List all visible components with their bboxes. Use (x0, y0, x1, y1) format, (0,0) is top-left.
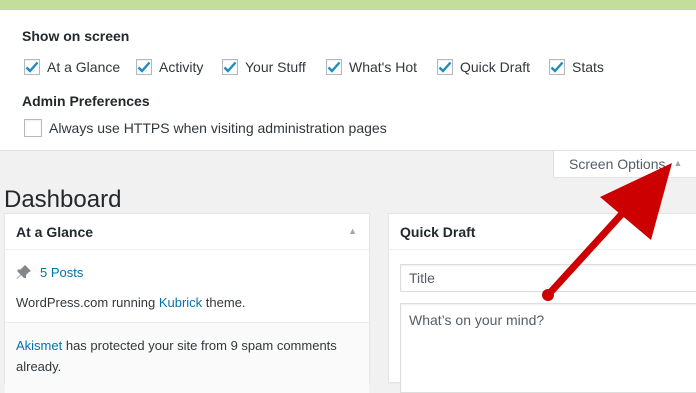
checkbox-quick-draft[interactable]: Quick Draft (437, 59, 530, 75)
panel-title: Quick Draft (400, 224, 476, 240)
collapse-toggle-icon[interactable]: ▲ (348, 226, 357, 236)
checkbox-label: Stats (572, 59, 604, 75)
admin-preferences-heading: Admin Preferences (22, 93, 150, 109)
panel-title: At a Glance (16, 224, 94, 240)
checkbox-stats[interactable]: Stats (549, 59, 604, 75)
akismet-text: Akismet has protected your site from 9 s… (16, 335, 346, 377)
draft-content-textarea[interactable]: What’s on your mind? (400, 303, 696, 393)
checkbox-label: Quick Draft (460, 59, 531, 75)
akismet-message: has protected your site from 9 spam comm… (16, 338, 337, 374)
checkbox-box[interactable] (437, 59, 453, 75)
checkbox-whats-hot[interactable]: What's Hot (326, 59, 417, 75)
checkbox-box[interactable] (326, 59, 342, 75)
screen-options-tab[interactable]: Screen Options ▲ (553, 151, 696, 178)
top-accent-bar (0, 0, 696, 10)
pushpin-icon (16, 265, 31, 279)
checkbox-box[interactable] (24, 119, 42, 137)
running-theme-text: WordPress.com running Kubrick theme. (16, 295, 246, 310)
checkbox-label: Activity (159, 59, 204, 75)
checkbox-activity[interactable]: Activity (136, 59, 203, 75)
checkbox-box[interactable] (136, 59, 152, 75)
page-title: Dashboard (4, 186, 122, 214)
check-icon (327, 61, 341, 73)
running-prefix: WordPress.com running (16, 295, 159, 310)
checkbox-at-a-glance[interactable]: At a Glance (24, 59, 120, 75)
running-suffix: theme. (202, 295, 246, 310)
akismet-link[interactable]: Akismet (16, 338, 62, 353)
check-icon (550, 61, 564, 73)
checkbox-label: What's Hot (349, 59, 418, 75)
checkbox-label: Your Stuff (245, 59, 306, 75)
check-icon (25, 61, 39, 73)
draft-title-input[interactable]: Title (400, 264, 696, 292)
https-checkbox[interactable]: Always use HTTPS when visiting administr… (24, 119, 387, 137)
triangle-up-icon: ▲ (673, 158, 683, 168)
check-icon (137, 61, 151, 73)
quick-draft-panel: Quick Draft Title What’s on your mind? (388, 213, 696, 393)
akismet-section: Akismet has protected your site from 9 s… (5, 322, 369, 393)
panel-header[interactable]: Quick Draft (389, 214, 696, 250)
checkbox-label: At a Glance (47, 59, 121, 75)
checkbox-your-stuff[interactable]: Your Stuff (222, 59, 306, 75)
posts-count-row: 5 Posts (16, 264, 83, 280)
panel-header[interactable]: At a Glance ▲ (5, 214, 369, 250)
check-icon (223, 61, 237, 73)
checkbox-box[interactable] (24, 59, 40, 75)
at-a-glance-panel: At a Glance ▲ 5 Posts WordPress.com runn… (4, 213, 370, 393)
screen-options-tab-label: Screen Options (569, 156, 666, 172)
checkbox-box[interactable] (222, 59, 238, 75)
posts-link[interactable]: 5 Posts (40, 265, 83, 280)
checkbox-box[interactable] (549, 59, 565, 75)
show-on-screen-heading: Show on screen (22, 28, 130, 44)
screen-options-panel: Show on screen At a Glance Activity Your… (0, 10, 696, 151)
check-icon (438, 61, 452, 73)
https-label: Always use HTTPS when visiting administr… (49, 120, 387, 136)
theme-link[interactable]: Kubrick (159, 295, 202, 310)
